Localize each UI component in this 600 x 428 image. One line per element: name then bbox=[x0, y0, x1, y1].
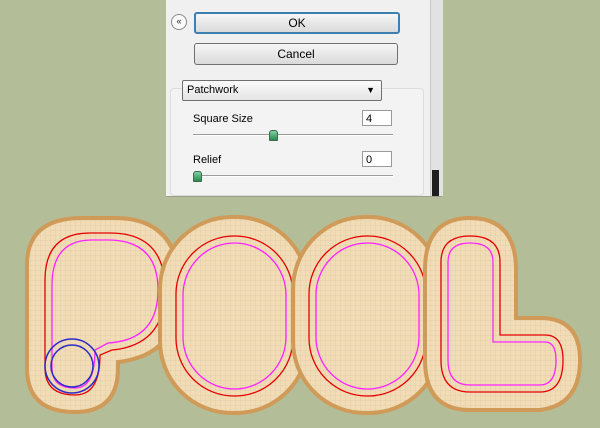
letter-l bbox=[423, 215, 583, 412]
letter-o-first bbox=[158, 215, 310, 415]
letter-o-second bbox=[291, 215, 443, 415]
letter-p bbox=[25, 216, 183, 415]
pool-artwork bbox=[25, 215, 583, 415]
